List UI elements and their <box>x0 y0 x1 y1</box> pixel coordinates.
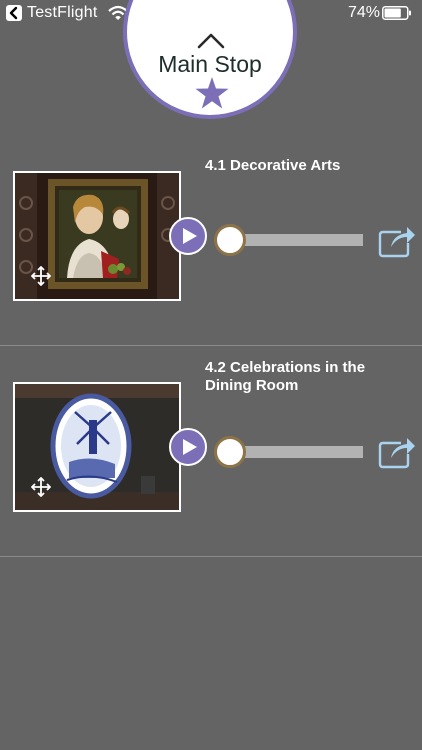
audio-progress-track[interactable] <box>238 234 363 246</box>
share-icon[interactable] <box>377 434 415 475</box>
battery-percent: 74% <box>348 4 381 21</box>
stop-thumbnail-delft-plaque[interactable] <box>13 382 181 512</box>
play-icon <box>183 439 197 455</box>
move-icon[interactable] <box>31 477 51 497</box>
battery-icon <box>382 6 411 20</box>
play-icon <box>183 228 197 244</box>
main-stop-title: Main Stop <box>158 51 262 77</box>
move-icon[interactable] <box>31 266 51 286</box>
share-icon[interactable] <box>377 223 415 264</box>
stop-title: 4.1 Decorative Arts <box>205 157 341 174</box>
audio-progress-knob[interactable] <box>214 436 246 468</box>
list-divider <box>0 556 422 557</box>
audio-progress-track[interactable] <box>238 446 363 458</box>
stop-list-item: 4.1 Decorative Arts <box>0 135 422 345</box>
stop-list-item: 4.2 Celebrations in the Dining Room <box>0 346 422 556</box>
play-button[interactable] <box>169 428 207 466</box>
main-stop-badge[interactable]: Main Stop <box>123 0 297 119</box>
stop-thumbnail-painting[interactable] <box>13 171 181 301</box>
audio-progress-knob[interactable] <box>214 224 246 256</box>
app-screen: TestFlight 6:35 PM 74% Main Stop <box>0 0 422 750</box>
star-icon <box>195 77 229 114</box>
play-button[interactable] <box>169 217 207 255</box>
stop-title: 4.2 Celebrations in the Dining Room <box>205 359 366 394</box>
